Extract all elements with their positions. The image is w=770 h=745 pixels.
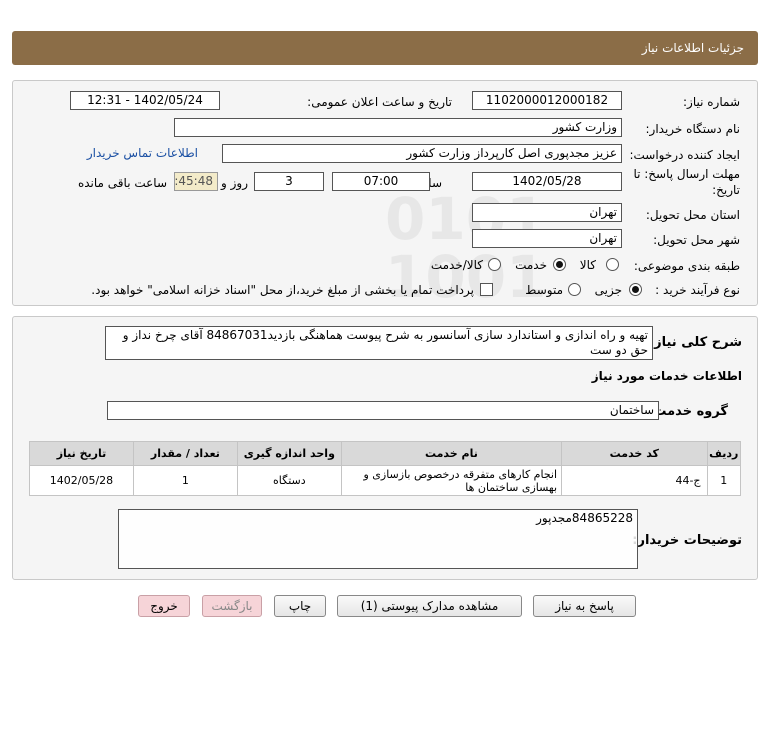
treasury-note: پرداخت تمام یا بخشی از مبلغ خرید،از محل … bbox=[91, 283, 474, 297]
treasury-checkbox[interactable] bbox=[480, 283, 493, 296]
process-medium-label: متوسط bbox=[525, 283, 563, 297]
deadline-label-line2: تاریخ: bbox=[712, 183, 740, 197]
cell-need-date: 1402/05/28 bbox=[29, 465, 134, 496]
city-label: شهر محل تحویل: bbox=[653, 233, 740, 247]
exit-button[interactable]: خروج bbox=[138, 595, 190, 617]
province-label: استان محل تحویل: bbox=[645, 208, 740, 222]
buyer-notes-field: 84865228مجدپور bbox=[118, 509, 638, 569]
services-table: ردیف کد خدمت نام خدمت واحد اندازه گیری ت… bbox=[29, 441, 742, 496]
buyer-notes-label: توضیحات خریدار: bbox=[632, 533, 742, 548]
process-medium-radio[interactable] bbox=[568, 283, 581, 296]
announce-datetime-field: 1402/05/24 - 12:31 bbox=[70, 91, 220, 110]
cell-row-number: 1 bbox=[706, 465, 742, 496]
page-header: جزئیات اطلاعات نیاز bbox=[12, 31, 758, 65]
col-service-code: کد خدمت bbox=[561, 441, 708, 466]
cell-service-code: ج-44 bbox=[561, 465, 708, 496]
page-title: جزئیات اطلاعات نیاز bbox=[641, 41, 744, 55]
process-minor-label: جزیی bbox=[594, 283, 622, 297]
description-field: تهیه و راه اندازی و استاندارد سازی آسانس… bbox=[105, 326, 653, 360]
remaining-time-label: ساعت باقی مانده bbox=[77, 176, 167, 190]
announce-datetime-label: تاریخ و ساعت اعلان عمومی: bbox=[307, 95, 452, 109]
respond-button[interactable]: پاسخ به نیاز bbox=[533, 595, 636, 617]
deadline-days-field: 3 bbox=[254, 172, 324, 191]
table-header-row: ردیف کد خدمت نام خدمت واحد اندازه گیری ت… bbox=[29, 441, 742, 466]
category-service-radio[interactable] bbox=[553, 258, 566, 271]
remaining-time-field: 17:45:48 bbox=[174, 172, 218, 191]
col-need-date: تاریخ نیاز bbox=[29, 441, 134, 466]
category-goods-radio[interactable] bbox=[606, 258, 619, 271]
province-field: تهران bbox=[472, 203, 622, 222]
print-button[interactable]: چاپ bbox=[274, 595, 326, 617]
service-group-label: گروه خدمت: bbox=[648, 404, 728, 419]
description-label: شرح کلی نیاز: bbox=[648, 335, 742, 350]
service-group-field: ساختمان bbox=[107, 401, 659, 420]
need-number-label: شماره نیاز: bbox=[683, 95, 740, 109]
deadline-time-field: 07:00 bbox=[332, 172, 430, 191]
deadline-date-field: 1402/05/28 bbox=[472, 172, 622, 191]
requester-field: عزیز مجدپوری اصل کارپرداز وزارت کشور bbox=[222, 144, 622, 163]
col-row-number: ردیف bbox=[706, 441, 742, 466]
deadline-label-line1: مهلت ارسال پاسخ: تا bbox=[633, 167, 740, 181]
buyer-org-label: نام دستگاه خریدار: bbox=[645, 122, 741, 136]
category-goods-service-radio[interactable] bbox=[488, 258, 501, 271]
cell-unit: دستگاه bbox=[236, 465, 342, 496]
table-row: 1 ج-44 انجام کارهای متفرقه درخصوص بازساز… bbox=[29, 465, 742, 496]
buyer-contact-link[interactable]: اطلاعات تماس خریدار bbox=[87, 146, 198, 160]
process-label: نوع فرآیند خرید : bbox=[655, 283, 740, 297]
buyer-org-field: وزارت کشور bbox=[174, 118, 622, 137]
back-button[interactable]: بازگشت bbox=[202, 595, 262, 617]
services-section-title: اطلاعات خدمات مورد نیاز bbox=[591, 369, 742, 383]
category-service-label: خدمت bbox=[515, 258, 547, 272]
category-label: طبقه بندی موضوعی: bbox=[633, 259, 740, 273]
need-number-field: 1102000012000182 bbox=[472, 91, 622, 110]
city-field: تهران bbox=[472, 229, 622, 248]
process-minor-radio[interactable] bbox=[629, 283, 642, 296]
col-service-name: نام خدمت bbox=[340, 441, 563, 466]
col-unit: واحد اندازه گیری bbox=[236, 441, 342, 466]
deadline-label: مهلت ارسال پاسخ: تا تاریخ: bbox=[633, 166, 740, 198]
view-attachments-button[interactable]: مشاهده مدارک پیوستی (1) bbox=[337, 595, 522, 617]
category-goods-service-label: کالا/خدمت bbox=[430, 258, 483, 272]
category-goods-label: کالا bbox=[579, 258, 596, 272]
deadline-days-label: روز و bbox=[221, 176, 248, 190]
col-quantity: تعداد / مقدار bbox=[132, 441, 238, 466]
requester-label: ایجاد کننده درخواست: bbox=[629, 148, 740, 162]
cell-service-name: انجام کارهای متفرقه درخصوص بازسازی و بهس… bbox=[340, 465, 563, 496]
cell-quantity: 1 bbox=[132, 465, 238, 496]
